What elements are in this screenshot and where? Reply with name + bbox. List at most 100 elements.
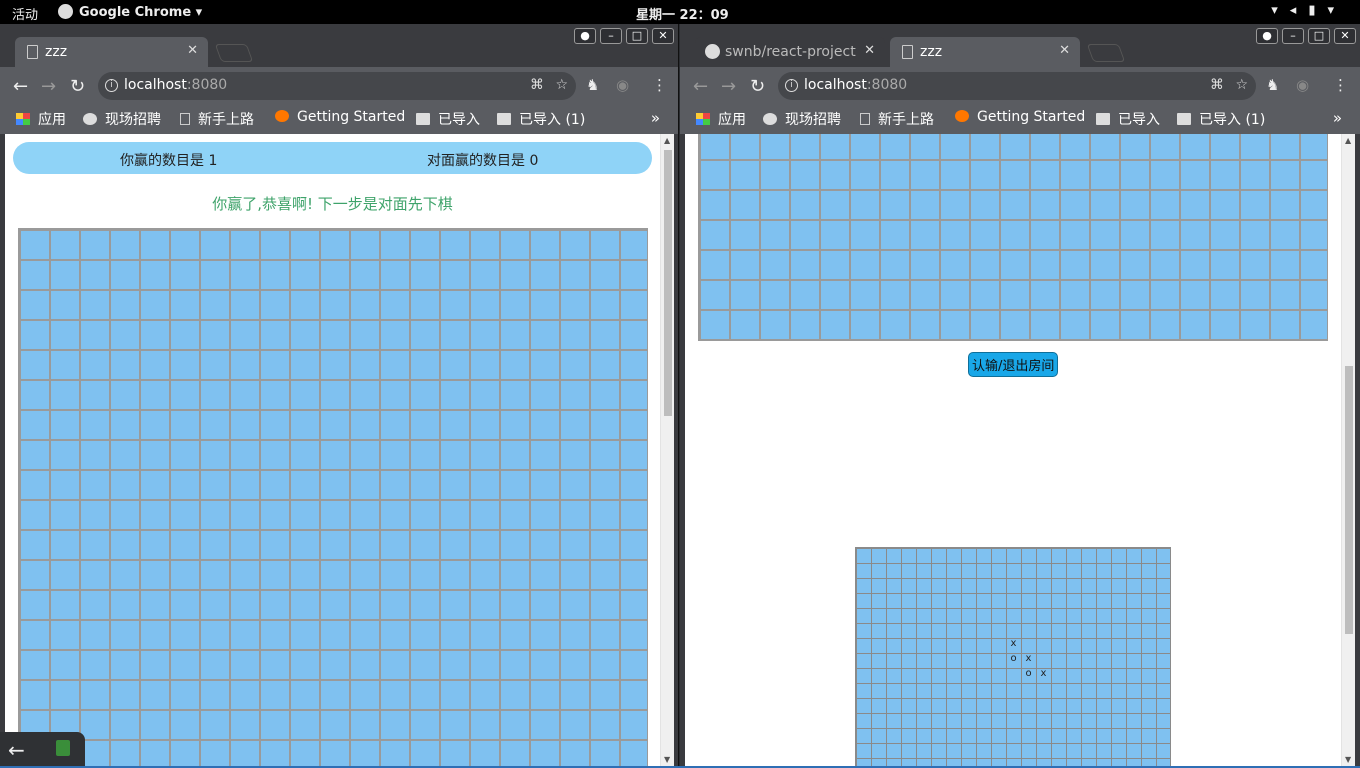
gomoku-board[interactable]: [698, 134, 1328, 341]
tab-strip: zzz ✕: [0, 24, 678, 67]
url-host: localhost: [804, 77, 867, 93]
folder-icon: [497, 113, 511, 125]
address-bar[interactable]: i localhost:8080 ⌘ ☆: [98, 72, 576, 100]
page-icon: [27, 45, 38, 59]
system-tray[interactable]: ▾◂▮▾: [1271, 3, 1346, 18]
scroll-up-icon[interactable]: ▲: [1345, 136, 1351, 145]
my-score: 你赢的数目是 1: [120, 153, 218, 169]
bookmarks-overflow[interactable]: »: [1333, 109, 1342, 127]
score-bar: 你赢的数目是 1 对面赢的数目是 0: [13, 142, 652, 174]
extension-disabled-icon[interactable]: ◉: [1296, 76, 1309, 94]
bookmark-label: Getting Started: [297, 109, 406, 125]
github-icon: [705, 44, 720, 59]
bookmark-getting-started[interactable]: Getting Started: [275, 109, 405, 125]
site-icon: [763, 113, 777, 125]
chrome-icon: [58, 4, 73, 19]
piece-o: o: [1025, 668, 1032, 679]
tab-zzz[interactable]: zzz ✕: [15, 37, 208, 67]
vertical-scrollbar[interactable]: ▲ ▼: [1341, 134, 1355, 766]
piece-o: o: [1010, 653, 1017, 664]
close-tab-icon[interactable]: ✕: [1059, 43, 1070, 58]
gomoku-board-small[interactable]: x o x o x: [855, 547, 1171, 766]
bookmark-label: 现场招聘: [785, 112, 841, 128]
firefox-icon: [275, 110, 289, 122]
url-host: localhost: [124, 77, 187, 93]
app-menu[interactable]: Google Chrome ▾: [58, 4, 202, 20]
bookmark-label: 应用: [718, 112, 746, 128]
tab-title: zzz: [45, 44, 68, 60]
gomoku-board[interactable]: [18, 228, 648, 766]
close-tab-icon[interactable]: ✕: [187, 43, 198, 58]
forward-icon[interactable]: →: [41, 76, 56, 97]
translate-icon[interactable]: ⌘: [530, 77, 544, 93]
new-tab-button[interactable]: [1086, 44, 1126, 62]
system-top-bar: 活动 Google Chrome ▾ 星期一 22：09 ▾◂▮▾: [0, 0, 1360, 24]
info-icon[interactable]: i: [785, 79, 798, 92]
extension-icon[interactable]: ♞: [1266, 76, 1279, 94]
bookmark-newbie[interactable]: 新手上路: [860, 109, 934, 129]
firefox-icon: [955, 110, 969, 122]
back-icon[interactable]: ←: [13, 76, 28, 97]
reload-icon[interactable]: ↻: [70, 76, 85, 97]
bookmark-jobs[interactable]: 现场招聘: [763, 109, 841, 129]
activities-button[interactable]: 活动: [12, 4, 38, 23]
scroll-up-icon[interactable]: ▲: [664, 136, 670, 145]
bookmark-label: Getting Started: [977, 109, 1086, 125]
piece-x: x: [1040, 668, 1047, 679]
app-launcher-icon[interactable]: [56, 740, 70, 756]
bookmark-apps[interactable]: 应用: [696, 109, 746, 129]
back-icon[interactable]: ←: [693, 76, 708, 97]
arrow-left-icon[interactable]: ←: [8, 738, 25, 762]
star-icon[interactable]: ☆: [1235, 77, 1248, 93]
folder-icon: [1096, 113, 1110, 125]
tab-zzz[interactable]: zzz ✕: [890, 37, 1080, 67]
scroll-down-icon[interactable]: ▼: [664, 755, 670, 764]
apps-icon: [696, 113, 710, 125]
bookmark-newbie[interactable]: 新手上路: [180, 109, 254, 129]
scrollbar-thumb[interactable]: [1345, 366, 1353, 634]
bookmarks-overflow[interactable]: »: [651, 109, 660, 127]
info-icon[interactable]: i: [105, 79, 118, 92]
scrollbar-thumb[interactable]: [664, 150, 672, 416]
more-vert-icon[interactable]: ⋮: [1333, 76, 1348, 94]
browser-window-left: ● – □ ✕ zzz ✕ ← → ↻ i localhost:8080 ⌘ ☆…: [0, 24, 679, 766]
site-icon: [83, 113, 97, 125]
bookmarks-bar: 应用 现场招聘 新手上路 Getting Started 已导入 已导入 (1)…: [0, 105, 678, 134]
bookmark-imported-1[interactable]: 已导入 (1): [497, 109, 585, 129]
bookmark-jobs[interactable]: 现场招聘: [83, 109, 161, 129]
reload-icon[interactable]: ↻: [750, 76, 765, 97]
toolbar: ← → ↻ i localhost:8080 ⌘ ☆ ♞ ◉ ⋮: [680, 67, 1360, 105]
bookmark-label: 新手上路: [198, 112, 254, 128]
clock[interactable]: 星期一 22：09: [636, 4, 729, 23]
translate-icon[interactable]: ⌘: [1210, 77, 1224, 93]
bookmark-label: 应用: [38, 112, 66, 128]
page-content: 你赢的数目是 1 对面赢的数目是 0 你赢了,恭喜啊! 下一步是对面先下棋 ▲ …: [5, 134, 674, 766]
extension-icon[interactable]: ♞: [586, 76, 599, 94]
opponent-score: 对面赢的数目是 0: [427, 153, 539, 169]
folder-icon: [416, 113, 430, 125]
browser-window-right: ● – □ ✕ swnb/react-project ✕ zzz ✕ ← → ↻…: [680, 24, 1360, 766]
address-bar[interactable]: i localhost:8080 ⌘ ☆: [778, 72, 1256, 100]
more-vert-icon[interactable]: ⋮: [652, 76, 667, 94]
bookmark-label: 已导入 (1): [1199, 112, 1266, 128]
new-tab-button[interactable]: [214, 44, 254, 62]
bookmark-label: 已导入 (1): [519, 112, 586, 128]
scroll-down-icon[interactable]: ▼: [1345, 755, 1351, 764]
forward-icon[interactable]: →: [721, 76, 736, 97]
tab-github[interactable]: swnb/react-project ✕: [695, 37, 885, 67]
extension-disabled-icon[interactable]: ◉: [616, 76, 629, 94]
bookmark-imported[interactable]: 已导入: [1096, 109, 1160, 129]
bookmarks-bar: 应用 现场招聘 新手上路 Getting Started 已导入 已导入 (1)…: [680, 105, 1360, 134]
url-port: :8080: [186, 77, 228, 93]
page-icon: [180, 113, 190, 125]
close-tab-icon[interactable]: ✕: [864, 43, 875, 58]
bookmark-imported-1[interactable]: 已导入 (1): [1177, 109, 1265, 129]
bookmark-getting-started[interactable]: Getting Started: [955, 109, 1085, 125]
piece-x: x: [1025, 653, 1032, 664]
bookmark-imported[interactable]: 已导入: [416, 109, 480, 129]
bookmark-label: 现场招聘: [105, 112, 161, 128]
star-icon[interactable]: ☆: [555, 77, 568, 93]
bookmark-apps[interactable]: 应用: [16, 109, 66, 129]
resign-exit-room-button[interactable]: 认输/退出房间: [968, 352, 1059, 377]
vertical-scrollbar[interactable]: ▲ ▼: [660, 134, 674, 766]
